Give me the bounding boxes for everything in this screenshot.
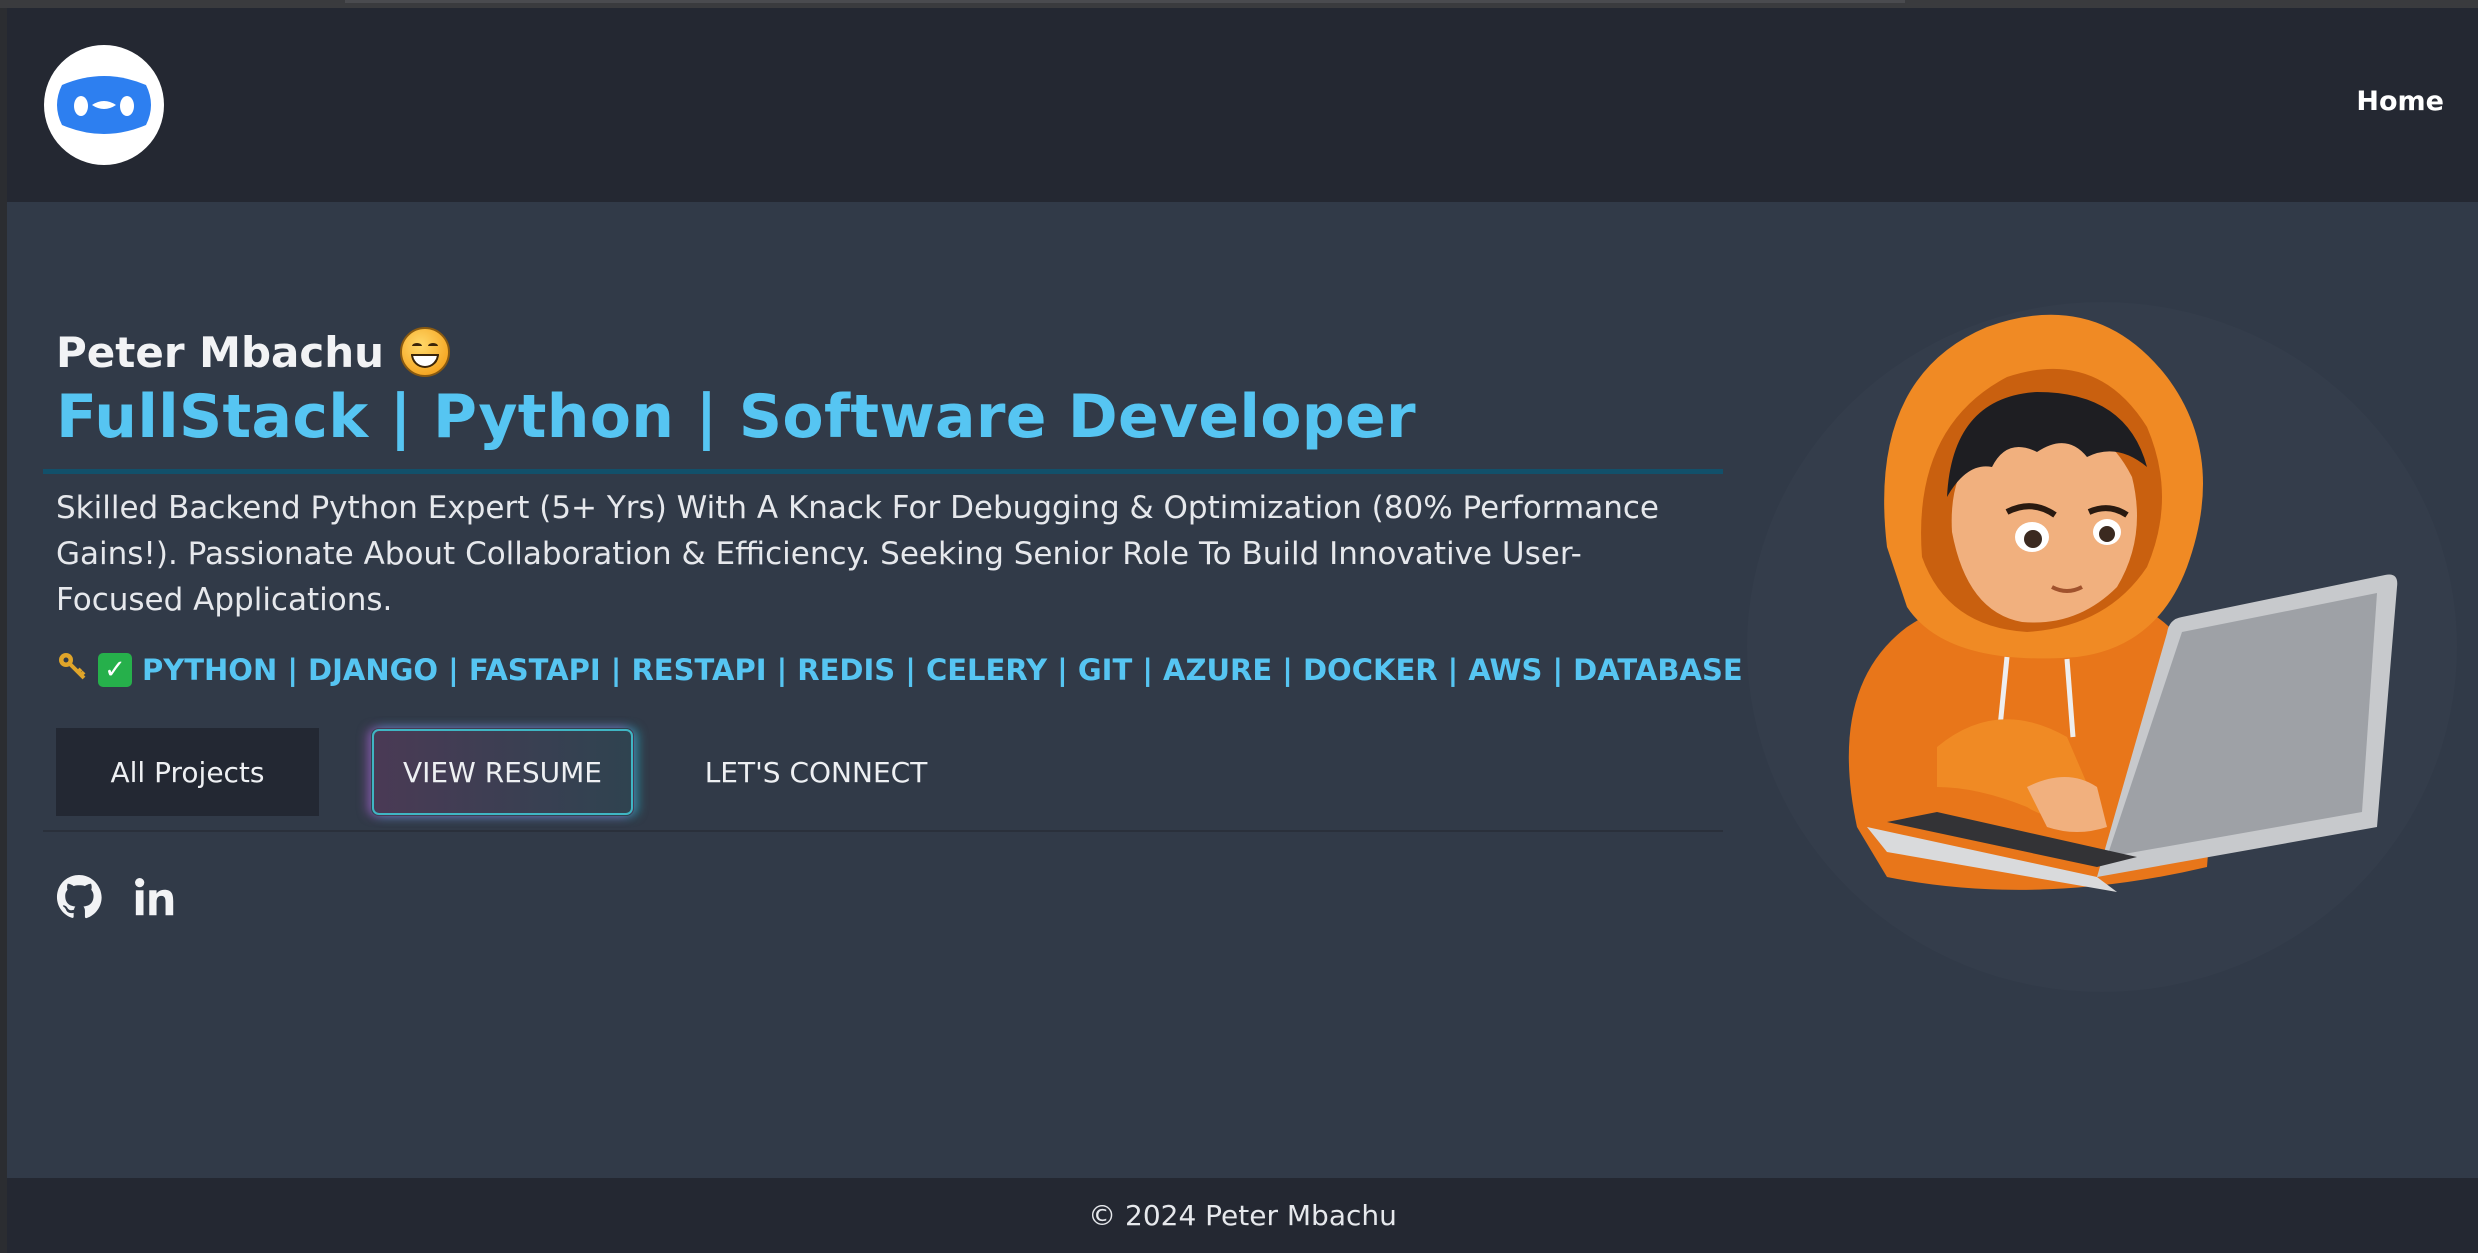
avatar-illustration [1737,267,2457,992]
skills-line: ✓ PYTHON | DJANGO | FASTAPI | RESTAPI | … [56,650,1822,690]
site-logo[interactable] [44,45,164,165]
github-icon[interactable] [56,874,102,920]
hero-name: Peter Mbachu [56,327,451,377]
buttons-divider [43,830,1723,832]
hero-section: Peter Mbachu FullStack | Python | Softwa… [7,202,2478,1182]
mask-logo-icon [57,76,151,134]
lets-connect-button[interactable]: LET'S CONNECT [671,728,961,816]
hero-headline: FullStack | Python | Software Developer [56,382,1416,452]
name-text: Peter Mbachu [56,327,385,377]
grinning-face-icon [400,327,451,377]
copyright-text: © 2024 Peter Mbachu [1088,1199,1397,1232]
footer: © 2024 Peter Mbachu [7,1178,2478,1253]
all-projects-button[interactable]: All Projects [56,728,319,816]
social-links [56,874,178,920]
skills-text: PYTHON | DJANGO | FASTAPI | RESTAPI | RE… [142,653,1822,687]
page: Home Peter Mbachu FullStack | Python | S… [7,8,2478,1253]
nav-home-link[interactable]: Home [2356,86,2444,117]
window-top-strip [0,0,2478,8]
check-mark-icon: ✓ [98,653,132,687]
linkedin-icon[interactable] [132,874,178,920]
view-resume-button[interactable]: VIEW RESUME [371,728,634,816]
navbar: Home [7,8,2478,202]
coder-boy-laptop-image [1848,314,2398,892]
key-icon [56,650,88,690]
headline-divider [43,469,1723,474]
hero-bio: Skilled Backend Python Expert (5+ Yrs) W… [56,490,1659,618]
